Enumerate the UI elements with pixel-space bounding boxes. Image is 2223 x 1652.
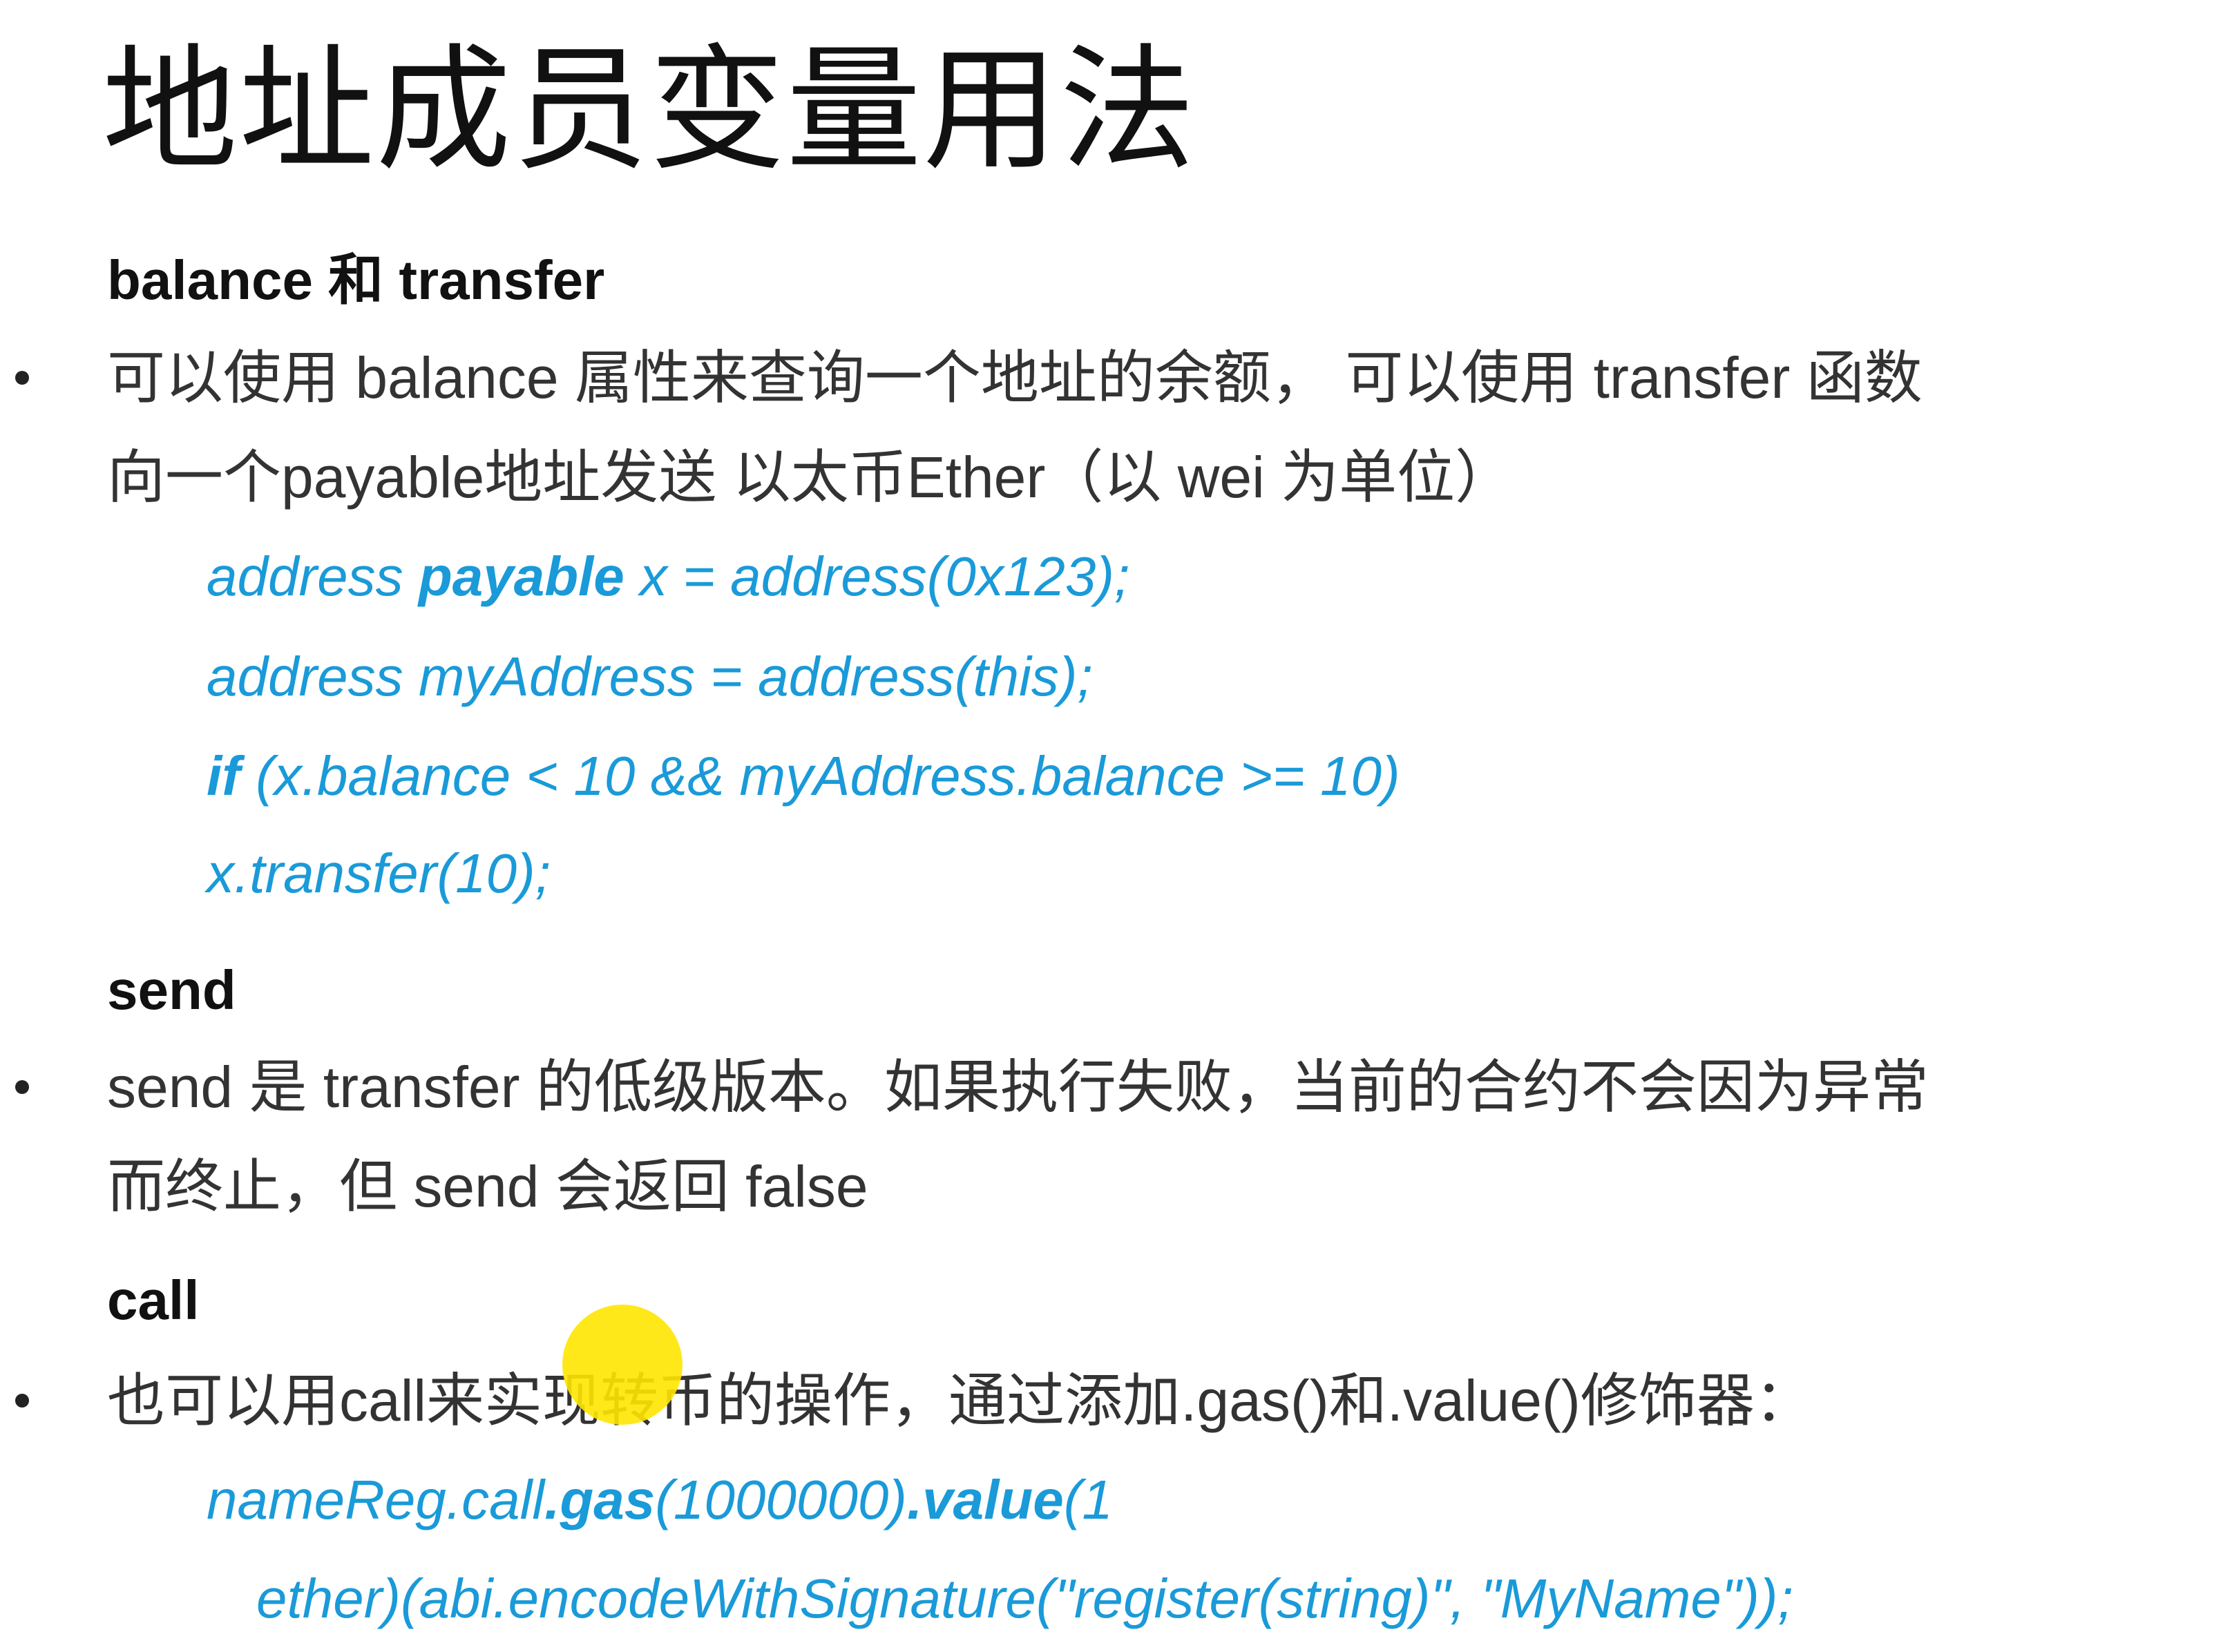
code-keyword: .gas (544, 1469, 656, 1530)
bullet-icon (15, 1394, 29, 1408)
code-line: nameReg.call.gas(1000000).value(1 (207, 1472, 1113, 1528)
page-title: 地址成员变量用法 (102, 35, 1197, 186)
bullet-icon (15, 1080, 29, 1094)
code-line: address payable x = address(0x123); (207, 549, 1129, 604)
code-token: (1 (1063, 1469, 1113, 1530)
code-token: nameReg.call (207, 1469, 545, 1530)
section-heading-send: send (107, 959, 236, 1021)
code-token: (1000000) (655, 1469, 907, 1530)
code-line: address myAddress = address(this); (207, 646, 1093, 707)
bullet-icon (15, 371, 29, 385)
bullet-text: 向一个payable地址发送 以太币Ether（以 wei 为单位） (107, 445, 1514, 510)
cursor-highlight-icon (562, 1305, 683, 1425)
code-line: if (x.balance < 10 && myAddress.balance … (207, 749, 1400, 804)
code-keyword: .value (906, 1469, 1064, 1530)
bullet-text: send 是 transfer 的低级版本。如果执行失败，当前的合约不会因为异常 (107, 1055, 1929, 1120)
code-token: address (207, 546, 419, 607)
section-heading-call: call (107, 1269, 200, 1331)
code-keyword: payable (418, 546, 624, 607)
bullet-text: 也可以用call来实现转币的操作，通过添加.gas()和.value()修饰器： (107, 1368, 1813, 1433)
code-line: ether)(abi.encodeWithSignature("register… (256, 1568, 1793, 1629)
code-keyword: if (207, 745, 240, 807)
code-token: x = address(0x123); (624, 546, 1130, 607)
bullet-text: 可以使用 balance 属性来查询一个地址的余额， 可以使用 transfer… (107, 345, 1923, 410)
code-line: x.transfer(10); (207, 843, 551, 904)
bullet-text: 而终止，但 send 会返回 false (107, 1154, 868, 1219)
section-heading-balance-transfer: balance 和 transfer (107, 249, 605, 311)
code-token: (x.balance < 10 && myAddress.balance >= … (240, 745, 1400, 807)
